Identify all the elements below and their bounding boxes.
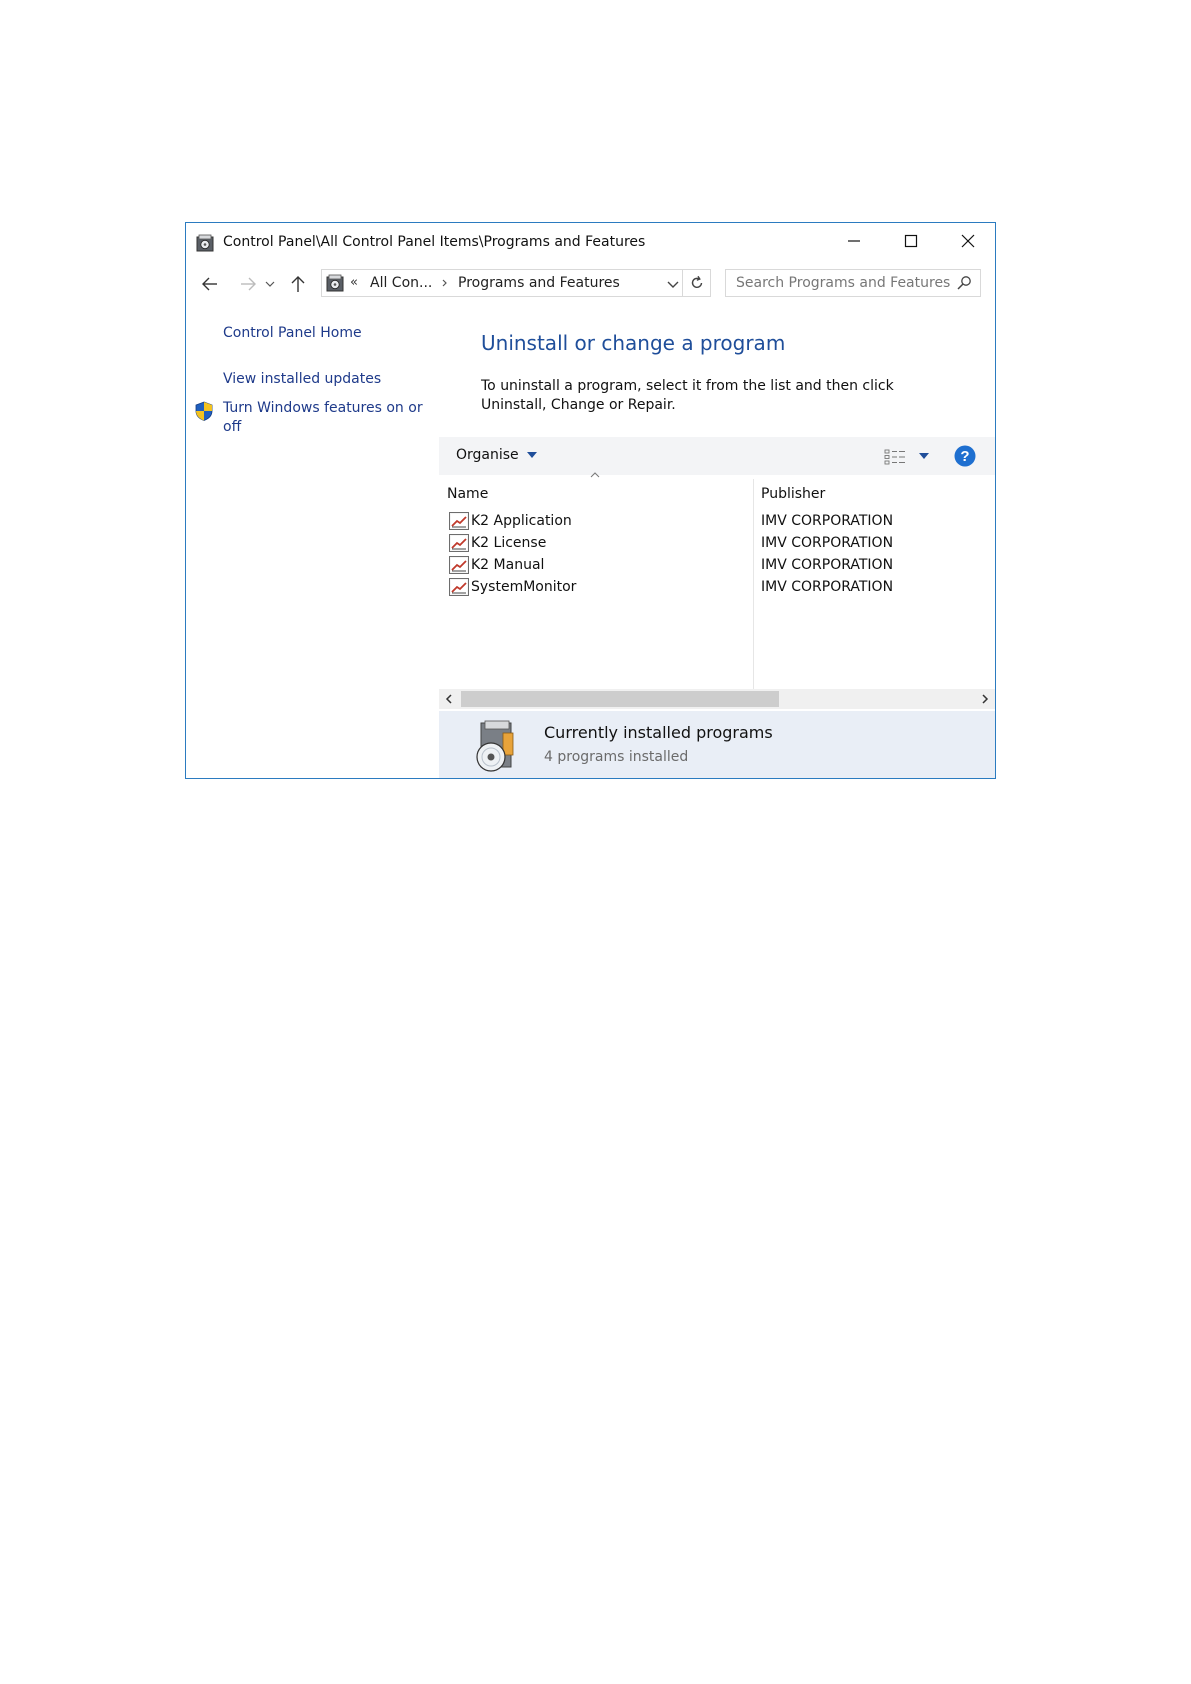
program-name: K2 License bbox=[471, 535, 547, 551]
details-pane: Currently installed programs 4 programs … bbox=[439, 711, 995, 778]
turn-windows-features-link[interactable]: Turn Windows features on or off bbox=[223, 399, 423, 437]
address-bar[interactable]: « All Con... Programs and Features bbox=[321, 269, 711, 297]
program-publisher: IMV CORPORATION bbox=[761, 579, 894, 595]
refresh-icon bbox=[691, 275, 703, 289]
organise-button[interactable]: Organise bbox=[456, 447, 537, 463]
refresh-button[interactable] bbox=[682, 270, 711, 296]
breadcrumb-all-control-panel-items[interactable]: All Con... bbox=[370, 275, 432, 291]
left-pane: Control Panel Home View installed update… bbox=[186, 303, 439, 778]
window-title: Control Panel\All Control Panel Items\Pr… bbox=[223, 234, 646, 250]
chevron-left-icon bbox=[445, 694, 452, 704]
program-list: Name Publisher K2 Application IMV CORPOR… bbox=[439, 472, 995, 689]
recent-locations-button[interactable] bbox=[262, 272, 278, 296]
forward-button[interactable] bbox=[236, 272, 260, 296]
program-name: K2 Application bbox=[471, 513, 572, 529]
search-input[interactable] bbox=[726, 270, 956, 296]
maximize-button[interactable] bbox=[883, 223, 939, 259]
programs-installed-count: 4 programs installed bbox=[544, 749, 689, 765]
search-icon[interactable] bbox=[956, 275, 972, 291]
control-panel-icon bbox=[196, 234, 214, 252]
back-button[interactable] bbox=[198, 272, 222, 296]
program-name: K2 Manual bbox=[471, 557, 545, 573]
organise-label: Organise bbox=[456, 447, 519, 463]
horizontal-scrollbar[interactable] bbox=[439, 689, 995, 709]
arrow-left-icon bbox=[202, 277, 217, 291]
close-icon bbox=[961, 234, 975, 248]
program-icon bbox=[449, 534, 469, 552]
command-bar: Organise ? bbox=[439, 437, 995, 475]
table-row[interactable]: K2 Application IMV CORPORATION bbox=[439, 510, 995, 534]
minimize-icon bbox=[848, 240, 860, 242]
sort-ascending-icon bbox=[590, 472, 600, 478]
navigation-bar: « All Con... Programs and Features bbox=[186, 268, 995, 300]
scroll-left-button[interactable] bbox=[441, 691, 457, 707]
chevron-right-icon[interactable] bbox=[441, 276, 449, 290]
details-title: Currently installed programs bbox=[544, 723, 773, 742]
page-description: To uninstall a program, select it from t… bbox=[481, 378, 894, 413]
minimize-button[interactable] bbox=[826, 223, 882, 259]
address-overflow-chevron[interactable]: « bbox=[350, 275, 358, 290]
breadcrumb-programs-and-features[interactable]: Programs and Features bbox=[458, 275, 620, 291]
table-row[interactable]: K2 License IMV CORPORATION bbox=[439, 532, 995, 556]
up-button[interactable] bbox=[286, 272, 310, 296]
control-panel-home-link[interactable]: Control Panel Home bbox=[223, 325, 362, 341]
chevron-down-icon[interactable] bbox=[665, 276, 681, 292]
program-icon bbox=[449, 556, 469, 574]
scrollbar-thumb[interactable] bbox=[461, 691, 779, 707]
help-icon[interactable]: ? bbox=[954, 445, 976, 467]
chevron-down-icon bbox=[265, 281, 275, 287]
program-icon bbox=[449, 578, 469, 596]
table-row[interactable]: SystemMonitor IMV CORPORATION bbox=[439, 576, 995, 600]
table-row[interactable]: K2 Manual IMV CORPORATION bbox=[439, 554, 995, 578]
help-glyph: ? bbox=[960, 448, 969, 465]
caret-down-icon bbox=[526, 452, 537, 458]
programs-and-features-window: Control Panel\All Control Panel Items\Pr… bbox=[185, 222, 996, 779]
caret-down-icon[interactable] bbox=[918, 450, 930, 462]
page-title: Uninstall or change a program bbox=[481, 331, 786, 355]
arrow-up-icon bbox=[291, 276, 305, 292]
main-content: Uninstall or change a program To uninsta… bbox=[439, 303, 995, 778]
details-view-icon[interactable] bbox=[884, 448, 906, 466]
program-icon bbox=[449, 512, 469, 530]
search-box[interactable] bbox=[725, 269, 981, 297]
maximize-icon bbox=[904, 234, 918, 248]
view-installed-updates-link[interactable]: View installed updates bbox=[223, 371, 381, 387]
control-panel-icon bbox=[326, 274, 344, 292]
program-publisher: IMV CORPORATION bbox=[761, 513, 894, 529]
close-button[interactable] bbox=[940, 223, 995, 259]
title-bar: Control Panel\All Control Panel Items\Pr… bbox=[186, 223, 995, 261]
arrow-right-icon bbox=[241, 277, 256, 291]
uac-shield-icon bbox=[195, 401, 213, 421]
chevron-right-icon bbox=[982, 694, 989, 704]
program-publisher: IMV CORPORATION bbox=[761, 557, 894, 573]
scroll-right-button[interactable] bbox=[977, 691, 993, 707]
column-header-name[interactable]: Name bbox=[447, 486, 488, 502]
program-name: SystemMonitor bbox=[471, 579, 577, 595]
column-header-publisher[interactable]: Publisher bbox=[761, 486, 825, 502]
program-publisher: IMV CORPORATION bbox=[761, 535, 894, 551]
installed-programs-icon bbox=[476, 720, 514, 772]
